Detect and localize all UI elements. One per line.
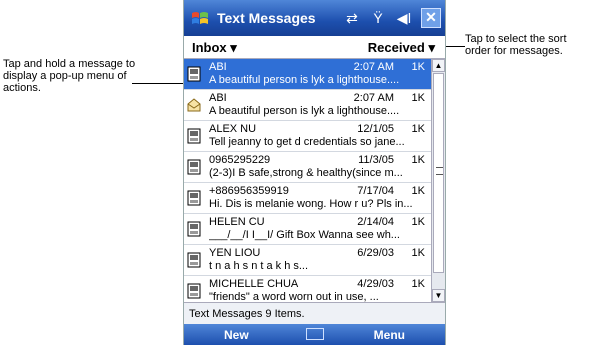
title-bar-icons: ⇄ Ÿ ◀ǀ ✕	[343, 8, 441, 28]
sms-read-icon	[187, 98, 201, 112]
callout-tap-hold: Tap and hold a message to display a pop-…	[3, 58, 136, 94]
status-bar: Text Messages 9 Items.	[184, 302, 445, 325]
message-sender: ABI	[209, 61, 227, 73]
message-preview: A beautiful person is lyk a lighthouse..…	[209, 74, 400, 86]
message-size: 1K	[411, 61, 425, 73]
scroll-thumb[interactable]	[433, 73, 444, 273]
new-button[interactable]: New	[224, 328, 249, 342]
sms-unread-icon	[187, 283, 201, 299]
message-size: 1K	[411, 247, 425, 259]
sms-unread-icon	[187, 221, 201, 237]
message-row[interactable]: ABI 2:07 AM 1K A beautiful person is lyk…	[184, 90, 431, 121]
filter-bar: Inbox ▾ Received ▾	[184, 36, 445, 59]
message-date: 2:07 AM	[353, 61, 394, 73]
device-screen: Text Messages ⇄ Ÿ ◀ǀ ✕ Inbox ▾ Received …	[183, 0, 446, 345]
sms-unread-icon	[187, 159, 201, 175]
message-row[interactable]: +886956359919 7/17/04 1K Hi. Dis is mela…	[184, 183, 431, 214]
message-date: 2:07 AM	[353, 92, 394, 104]
message-sender: ABI	[209, 92, 227, 104]
close-icon[interactable]: ✕	[421, 8, 441, 28]
menu-button[interactable]: Menu	[374, 328, 405, 342]
message-date: 11/3/05	[358, 154, 394, 166]
sms-unread-icon	[187, 252, 201, 268]
message-preview: Tell jeanny to get d credentials so jane…	[209, 136, 405, 148]
connectivity-icon[interactable]: ⇄	[343, 9, 361, 27]
message-date: 2/14/04	[357, 216, 394, 228]
message-preview: Hi. Dis is melanie wong. How r u? Pls in…	[209, 198, 413, 210]
folder-dropdown[interactable]: Inbox ▾	[192, 40, 237, 56]
message-size: 1K	[411, 123, 425, 135]
sms-unread-icon	[187, 66, 201, 82]
volume-icon[interactable]: ◀ǀ	[395, 9, 413, 27]
message-size: 1K	[411, 154, 425, 166]
sort-dropdown[interactable]: Received ▾	[368, 40, 435, 56]
sms-unread-icon	[187, 190, 201, 206]
app-title: Text Messages	[217, 10, 316, 26]
message-date: 12/1/05	[357, 123, 394, 135]
keyboard-icon[interactable]	[306, 328, 324, 340]
message-row[interactable]: ABI 2:07 AM 1K A beautiful person is lyk…	[184, 59, 431, 90]
callout-sort-order: Tap to select the sort order for message…	[465, 33, 567, 57]
title-bar: Text Messages ⇄ Ÿ ◀ǀ ✕	[184, 0, 445, 36]
grip-icon	[436, 167, 443, 175]
message-preview: "friends" a word worn out in use, ...	[209, 291, 379, 302]
message-row[interactable]: 0965295229 11/3/05 1K (2-3)I B safe,stro…	[184, 152, 431, 183]
message-row[interactable]: HELEN CU 2/14/04 1K ___/__/I I__I/ Gift …	[184, 214, 431, 245]
message-sender: 0965295229	[209, 154, 271, 166]
signal-icon[interactable]: Ÿ	[369, 9, 387, 27]
message-row[interactable]: ALEX NU 12/1/05 1K Tell jeanny to get d …	[184, 121, 431, 152]
message-date: 4/29/03	[357, 278, 394, 290]
scroll-down-icon[interactable]: ▼	[432, 289, 445, 302]
vertical-scrollbar[interactable]: ▲ ▼	[431, 59, 445, 302]
message-sender: MICHELLE CHUA	[209, 278, 299, 290]
status-text: Text Messages 9 Items.	[189, 308, 305, 320]
message-date: 6/29/03	[357, 247, 394, 259]
windows-flag-icon[interactable]	[190, 8, 210, 28]
callout-left-leader	[132, 83, 184, 84]
message-preview: ___/__/I I__I/ Gift Box Wanna see wh...	[209, 229, 400, 241]
message-preview: (2-3)I B safe,strong & healthy(since m..…	[209, 167, 403, 179]
message-sender: YEN LIOU	[209, 247, 261, 259]
message-preview: t n a h s n t a k h s...	[209, 260, 309, 272]
sms-unread-icon	[187, 128, 201, 144]
message-size: 1K	[411, 216, 425, 228]
message-size: 1K	[411, 278, 425, 290]
message-size: 1K	[411, 92, 425, 104]
soft-key-bar: New Menu	[184, 324, 445, 345]
scroll-up-icon[interactable]: ▲	[432, 59, 445, 72]
message-sender: HELEN CU	[209, 216, 265, 228]
message-sender: +886956359919	[209, 185, 289, 197]
message-row[interactable]: YEN LIOU 6/29/03 1K t n a h s n t a k h …	[184, 245, 431, 276]
message-sender: ALEX NU	[209, 123, 257, 135]
message-date: 7/17/04	[357, 185, 394, 197]
message-row[interactable]: MICHELLE CHUA 4/29/03 1K "friends" a wor…	[184, 276, 431, 302]
message-size: 1K	[411, 185, 425, 197]
message-preview: A beautiful person is lyk a lighthouse..…	[209, 105, 400, 117]
message-list: ABI 2:07 AM 1K A beautiful person is lyk…	[184, 59, 431, 302]
